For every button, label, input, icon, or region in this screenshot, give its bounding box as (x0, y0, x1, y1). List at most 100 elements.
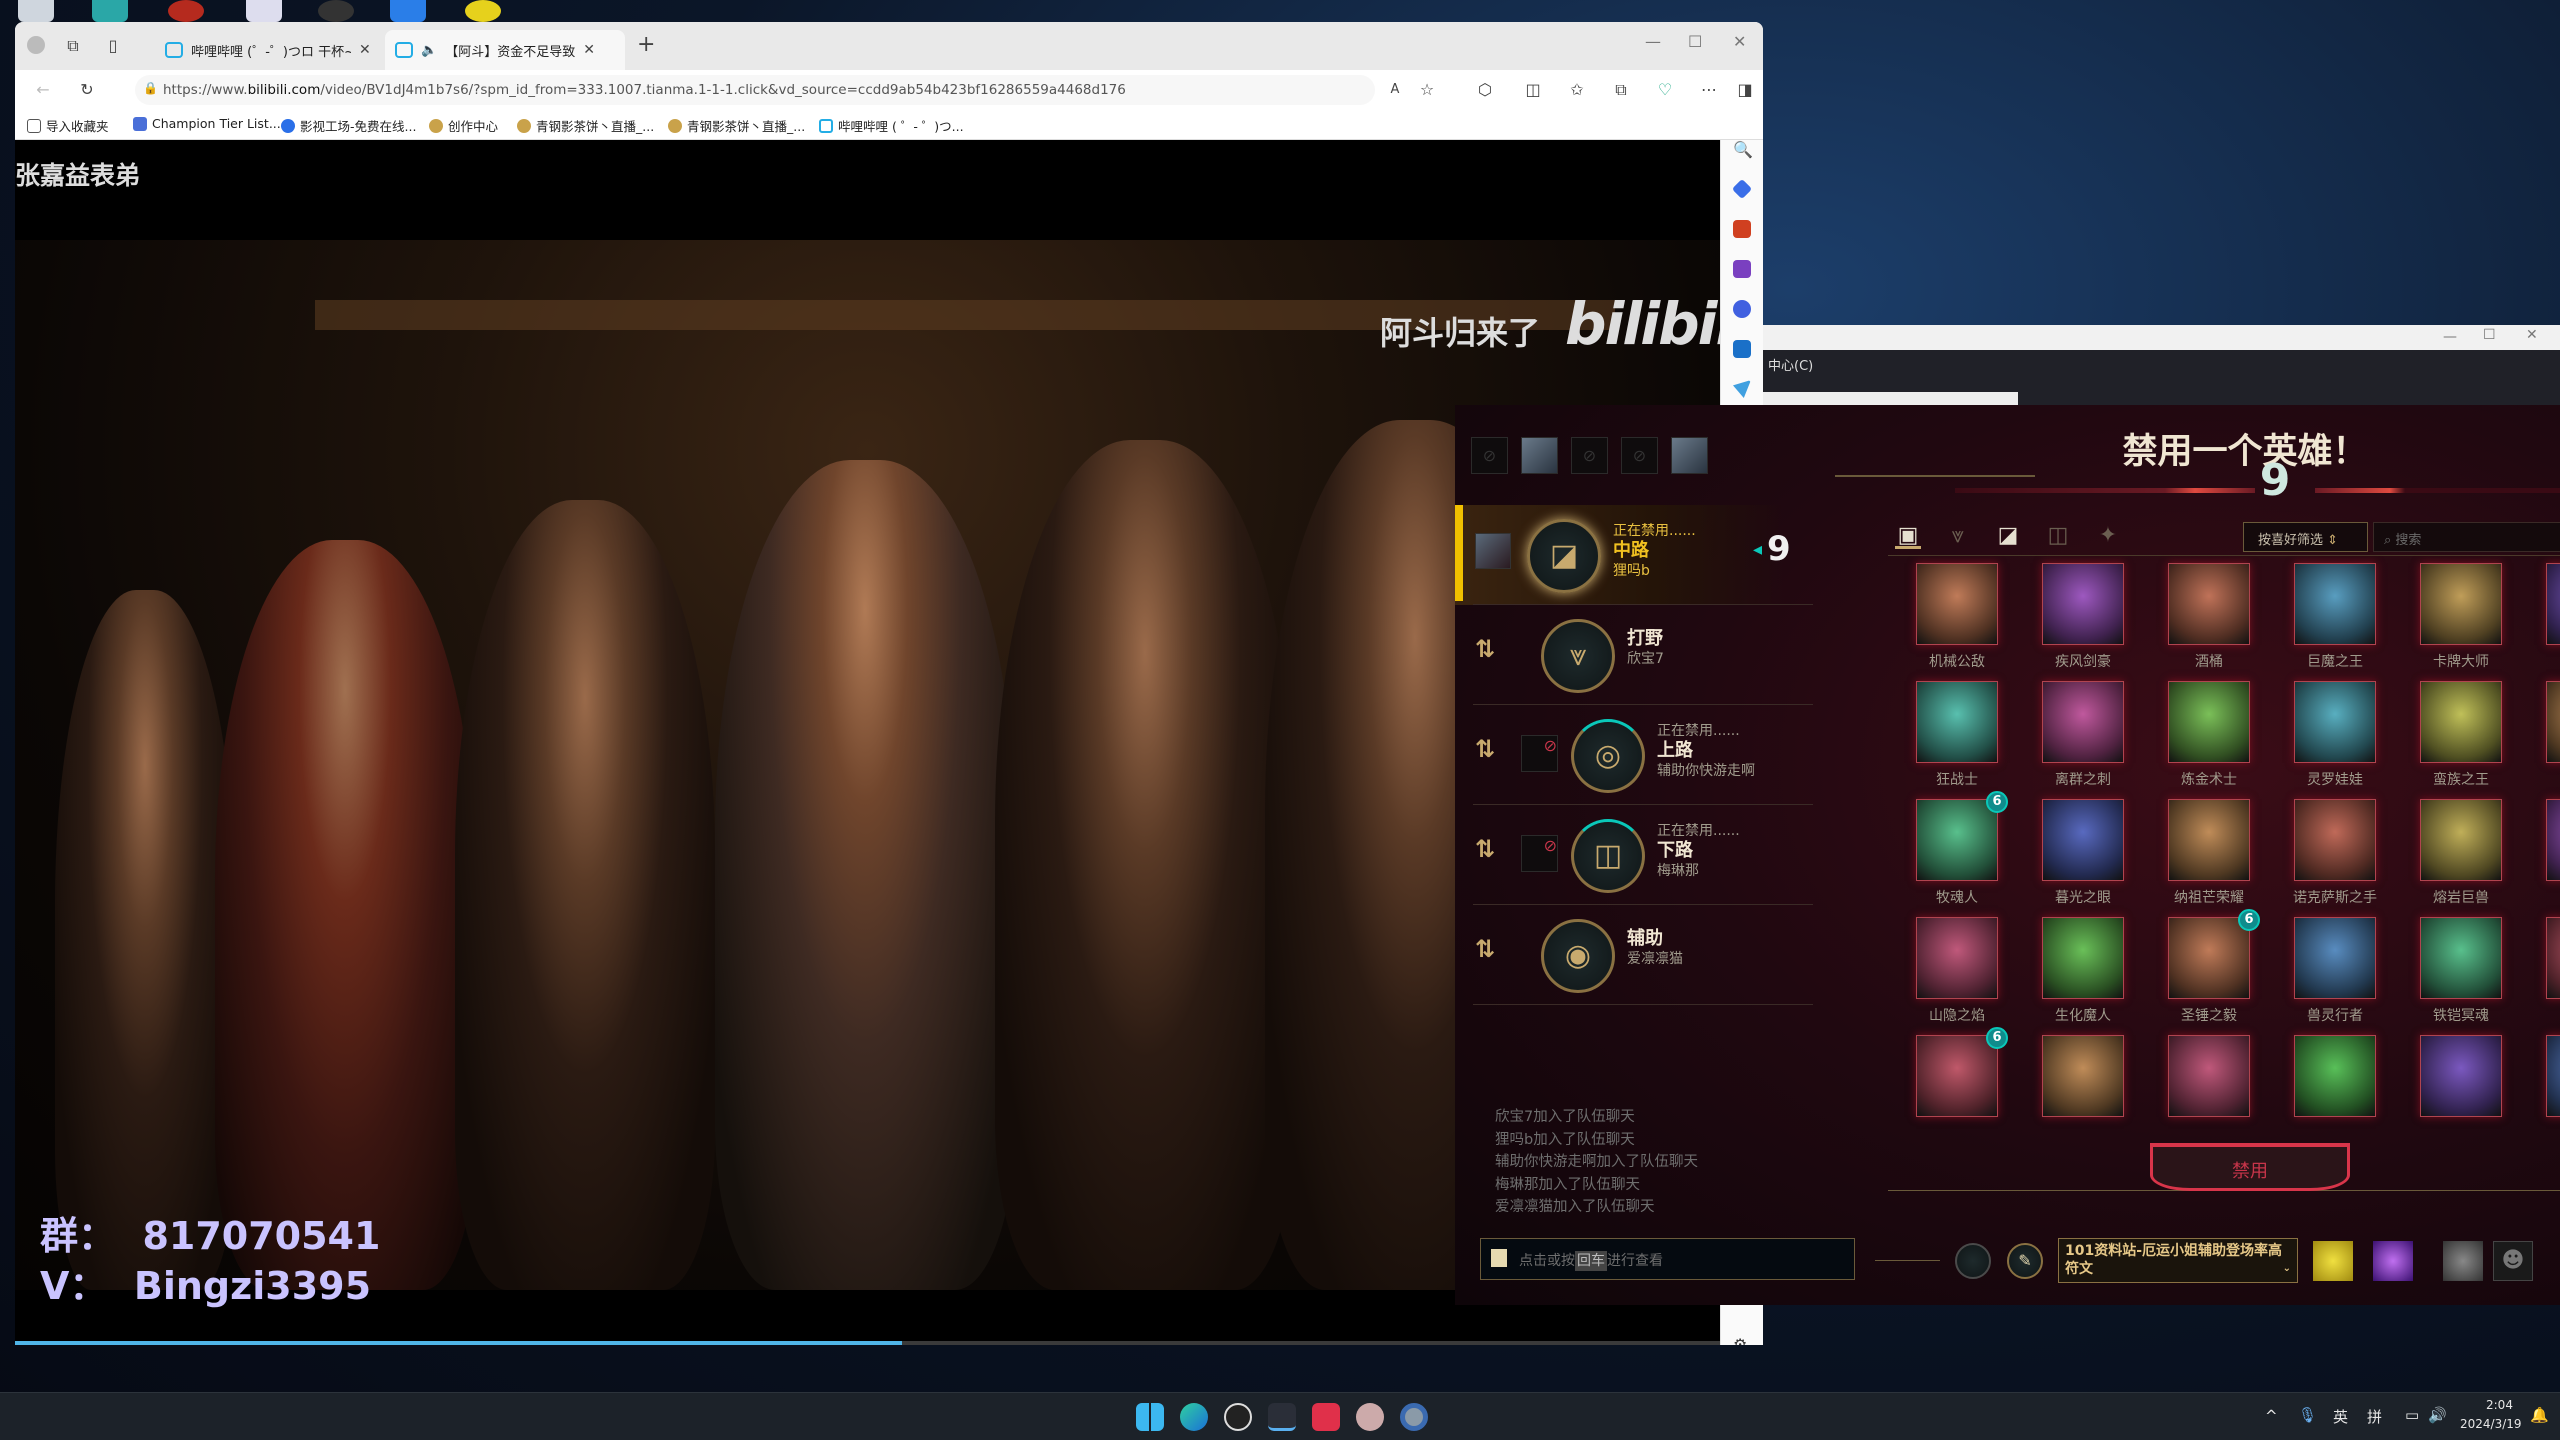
minimize-button[interactable]: — (2443, 329, 2457, 345)
maximize-button[interactable]: ☐ (1688, 32, 1702, 51)
desktop-icon[interactable] (390, 0, 426, 22)
browser-essentials-icon[interactable]: ♡ (1655, 80, 1675, 100)
champion-tile[interactable] (1916, 799, 1998, 881)
position-filter-bottom-icon[interactable]: ◫ (2045, 523, 2071, 549)
league-client-icon[interactable] (1268, 1403, 1296, 1431)
bookmark-item[interactable]: 创作中心 (429, 116, 498, 135)
champion-tile[interactable] (2042, 681, 2124, 763)
tab-actions-icon[interactable]: ▯ (103, 36, 123, 56)
champion-tile[interactable] (2420, 917, 2502, 999)
player-row-4[interactable]: ⇅ ⊘ ◫ 正在禁用...... 下路 梅琳那 (1455, 805, 1813, 905)
desktop-icon[interactable] (246, 0, 282, 22)
rune-page-dropdown[interactable]: 101资料站-厄运小姐辅助登场率高符文 ⌄ (2058, 1238, 2298, 1283)
player-row-2[interactable]: ⇅ ⩔ 打野 欣宝7 (1455, 605, 1813, 705)
close-tab-icon[interactable]: ✕ (359, 42, 371, 58)
url-input[interactable]: 🔒 https://www.bilibili.com/video/BV1dJ4m… (135, 75, 1375, 105)
player-row-1[interactable]: ◪ 正在禁用...... 中路 狸吗b ◂ 9 (1455, 505, 1813, 605)
summoner-spell-ignite[interactable] (2373, 1241, 2413, 1281)
champion-tile[interactable] (1916, 681, 1998, 763)
volume-icon[interactable]: 🔊 (2428, 1406, 2447, 1424)
champion-tile[interactable] (2546, 799, 2560, 881)
swap-position-icon[interactable]: ⇅ (1475, 835, 1495, 863)
rune-shard-icon[interactable] (1955, 1243, 1991, 1279)
maximize-button[interactable]: ☐ (2483, 327, 2496, 343)
edge-icon[interactable] (1180, 1403, 1208, 1431)
champion-tile[interactable] (2168, 681, 2250, 763)
tray-chevron-icon[interactable]: ^ (2265, 1407, 2278, 1425)
champion-tile[interactable] (2168, 563, 2250, 645)
new-tab-button[interactable]: + (637, 32, 655, 57)
minimize-button[interactable]: — (1645, 32, 1661, 51)
favorite-star-icon[interactable]: ☆ (1417, 80, 1437, 100)
bookmark-item[interactable]: 哔哩哔哩 ( ゜- ゜)つ... (819, 116, 964, 135)
profile-icon[interactable] (27, 36, 45, 54)
champion-tile[interactable] (2546, 917, 2560, 999)
champion-tile[interactable] (2294, 1035, 2376, 1117)
speaker-icon[interactable]: 🔈 (421, 43, 437, 58)
network-icon[interactable]: ▭ (2405, 1406, 2419, 1424)
position-filter-fill-icon[interactable]: ▣ (1895, 523, 1921, 549)
filter-dropdown[interactable]: 按喜好筛选 ⇕ (2243, 522, 2368, 552)
menu-item[interactable]: 中心(C) (1768, 355, 1813, 374)
notification-bell-icon[interactable]: 🔔 (2530, 1406, 2549, 1424)
champion-tile[interactable] (2294, 799, 2376, 881)
ban-button[interactable]: 禁用 (2150, 1143, 2350, 1191)
champion-tile[interactable] (2420, 799, 2502, 881)
outlook-icon[interactable] (1733, 340, 1751, 358)
bookmark-item[interactable]: 青钢影茶饼丶直播_... (517, 116, 654, 135)
search-icon[interactable]: 🔍 (1733, 140, 1753, 159)
collections-icon[interactable]: ⧉ (1611, 80, 1631, 100)
ime-mode[interactable]: 拼 (2367, 1406, 2382, 1427)
champion-tile[interactable] (2546, 681, 2560, 763)
search-input[interactable]: ⌕ 搜索 (2373, 522, 2560, 552)
swap-position-icon[interactable]: ⇅ (1475, 735, 1495, 763)
app-icon[interactable] (1356, 1403, 1384, 1431)
champion-tile[interactable] (2294, 681, 2376, 763)
summoner-spell-flash[interactable] (2313, 1241, 2353, 1281)
desktop-icon[interactable] (168, 0, 204, 22)
chat-input[interactable]: 点击或按 回车 进行查看 (1480, 1238, 1855, 1280)
champion-tile[interactable] (2546, 563, 2560, 645)
champion-tile[interactable] (2420, 1035, 2502, 1117)
split-screen-icon[interactable]: ◫ (1523, 80, 1543, 100)
close-button[interactable]: ✕ (2526, 327, 2538, 343)
desktop-icon[interactable] (18, 0, 54, 22)
champion-tile[interactable] (2168, 917, 2250, 999)
sidebar-toggle-icon[interactable]: ◨ (1735, 80, 1755, 100)
refresh-icon[interactable]: ↻ (77, 80, 97, 100)
microphone-icon[interactable]: 🎙 (2298, 1406, 2317, 1424)
swap-position-icon[interactable]: ⇅ (1475, 935, 1495, 963)
champion-tile[interactable] (2420, 681, 2502, 763)
favorites-icon[interactable]: ✩ (1567, 80, 1587, 100)
copilot-icon[interactable] (1733, 300, 1751, 318)
settings-icon[interactable] (1400, 1403, 1428, 1431)
champion-tile[interactable] (2546, 1035, 2560, 1117)
close-button[interactable]: ✕ (1733, 32, 1746, 51)
champion-tile[interactable] (2168, 799, 2250, 881)
desktop-icon[interactable] (318, 0, 354, 22)
desktop-icon[interactable] (92, 0, 128, 22)
champion-tile[interactable] (2420, 563, 2502, 645)
champion-tile[interactable] (2042, 1035, 2124, 1117)
champion-tile[interactable] (2294, 917, 2376, 999)
close-tab-icon[interactable]: ✕ (583, 42, 595, 58)
champion-tile[interactable] (2042, 563, 2124, 645)
netease-music-icon[interactable] (1312, 1403, 1340, 1431)
position-filter-support-icon[interactable]: ✦ (2095, 523, 2121, 549)
bookmark-item[interactable]: 导入收藏夹 (27, 116, 109, 135)
champion-tile[interactable] (1916, 563, 1998, 645)
emote-icon[interactable]: ☻ (2493, 1241, 2533, 1281)
champion-tile[interactable] (1916, 1035, 1998, 1117)
desktop-icon[interactable] (465, 0, 501, 22)
champion-tile[interactable] (1916, 917, 1998, 999)
champion-tile[interactable] (2168, 1035, 2250, 1117)
games-icon[interactable] (1733, 260, 1751, 278)
read-aloud-icon[interactable]: A (1385, 80, 1405, 100)
bookmark-item[interactable]: 青钢影茶饼丶直播_... (668, 116, 805, 135)
champion-tile[interactable] (2294, 563, 2376, 645)
collections-icon[interactable]: ⧉ (63, 36, 83, 56)
champion-tile[interactable] (2042, 917, 2124, 999)
player-row-5[interactable]: ⇅ ◉ 辅助 爱凛凛猫 (1455, 905, 1813, 1005)
player-row-3[interactable]: ⇅ ⊘ ◎ 正在禁用...... 上路 辅助你快游走啊 (1455, 705, 1813, 805)
tab-video[interactable]: 🔈 【阿斗】资金不足导致电影 ✕ (385, 30, 625, 70)
